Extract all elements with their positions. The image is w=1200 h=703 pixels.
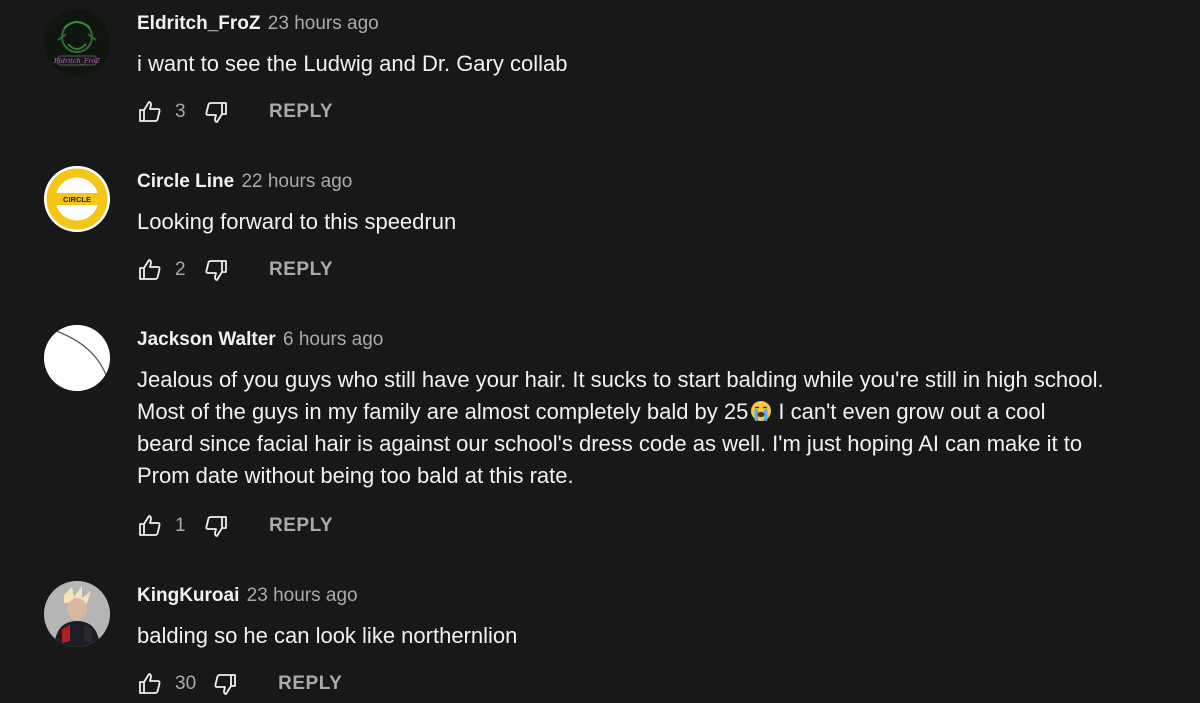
comment-body: Circle Line 22 hours ago Looking forward… — [137, 170, 1180, 238]
thumbs-up-icon — [139, 259, 161, 280]
comment-actions: 1 REPLY — [137, 511, 333, 541]
dislike-button[interactable] — [212, 671, 238, 697]
comment-actions: 2 REPLY — [137, 255, 333, 285]
thumbs-up-icon — [139, 101, 161, 122]
like-button[interactable] — [137, 671, 163, 697]
avatar[interactable]: CIRCLE — [44, 166, 110, 232]
comment-text-line: Jealous of you guys who still have your … — [137, 367, 1104, 392]
like-button[interactable] — [137, 513, 163, 539]
comment-text-line: Most of the guys in my family are almost… — [137, 399, 749, 424]
reply-button[interactable]: REPLY — [278, 673, 342, 695]
timestamp[interactable]: 23 hours ago — [268, 13, 379, 34]
timestamp[interactable]: 6 hours ago — [283, 329, 383, 350]
avatar[interactable] — [44, 581, 110, 647]
like-count: 3 — [175, 101, 186, 122]
comment-header: Eldritch_FroZ 23 hours ago — [137, 12, 1180, 36]
like-count: 30 — [175, 673, 197, 694]
thumbs-down-icon — [205, 516, 227, 537]
comment-actions: 30 REPLY — [137, 669, 342, 699]
comment-text: balding so he can look like northernlion — [137, 623, 518, 648]
avatar-image: CIRCLE — [44, 166, 110, 232]
comment-header: Jackson Walter 6 hours ago — [137, 328, 1180, 352]
comment-body: Jackson Walter 6 hours ago Jealous of yo… — [137, 328, 1180, 492]
comment-text: i want to see the Ludwig and Dr. Gary co… — [137, 51, 568, 76]
reply-button[interactable]: REPLY — [269, 259, 333, 281]
timestamp[interactable]: 23 hours ago — [247, 585, 358, 606]
thumbs-up-icon — [139, 673, 161, 694]
dislike-button[interactable] — [203, 257, 229, 283]
thumbs-down-icon — [205, 260, 227, 281]
avatar[interactable]: Eldritch_FroZ — [44, 10, 110, 76]
author-name[interactable]: KingKuroai — [137, 585, 239, 606]
comment-text-line: Prom date without being too bald at this… — [137, 463, 574, 488]
like-button[interactable] — [137, 99, 163, 125]
comment-text: Looking forward to this speedrun — [137, 209, 457, 234]
like-button[interactable] — [137, 257, 163, 283]
comment-actions: 3 REPLY — [137, 97, 333, 127]
comment-text-line: I can't even grow out a cool — [778, 399, 1046, 424]
dislike-button[interactable] — [203, 99, 229, 125]
loudly-crying-face-emoji-icon — [750, 399, 772, 421]
thumbs-up-icon — [139, 515, 161, 536]
comment-text-line: beard since facial hair is against our s… — [137, 431, 1083, 456]
author-name[interactable]: Jackson Walter — [137, 329, 276, 350]
avatar-label: CIRCLE — [63, 195, 91, 204]
avatar-signature: Eldritch_FroZ — [53, 57, 100, 65]
comment-text: Jealous of you guys who still have your … — [137, 364, 1180, 492]
comment-header: Circle Line 22 hours ago — [137, 170, 1180, 194]
comment-header: KingKuroai 23 hours ago — [137, 584, 1180, 608]
author-name[interactable]: Circle Line — [137, 171, 234, 192]
reply-button[interactable]: REPLY — [269, 515, 333, 537]
like-count: 1 — [175, 515, 186, 536]
avatar-image — [44, 325, 110, 391]
author-name[interactable]: Eldritch_FroZ — [137, 13, 261, 34]
comment-body: KingKuroai 23 hours ago balding so he ca… — [137, 584, 1180, 652]
thumbs-down-icon — [214, 674, 237, 695]
avatar-image: Eldritch_FroZ — [44, 10, 110, 76]
comment-body: Eldritch_FroZ 23 hours ago i want to see… — [137, 12, 1180, 80]
timestamp[interactable]: 22 hours ago — [241, 171, 352, 192]
avatar[interactable] — [44, 325, 110, 391]
dislike-button[interactable] — [203, 513, 229, 539]
avatar-image — [44, 581, 110, 647]
reply-button[interactable]: REPLY — [269, 101, 333, 123]
like-count: 2 — [175, 259, 186, 280]
thumbs-down-icon — [205, 102, 227, 123]
